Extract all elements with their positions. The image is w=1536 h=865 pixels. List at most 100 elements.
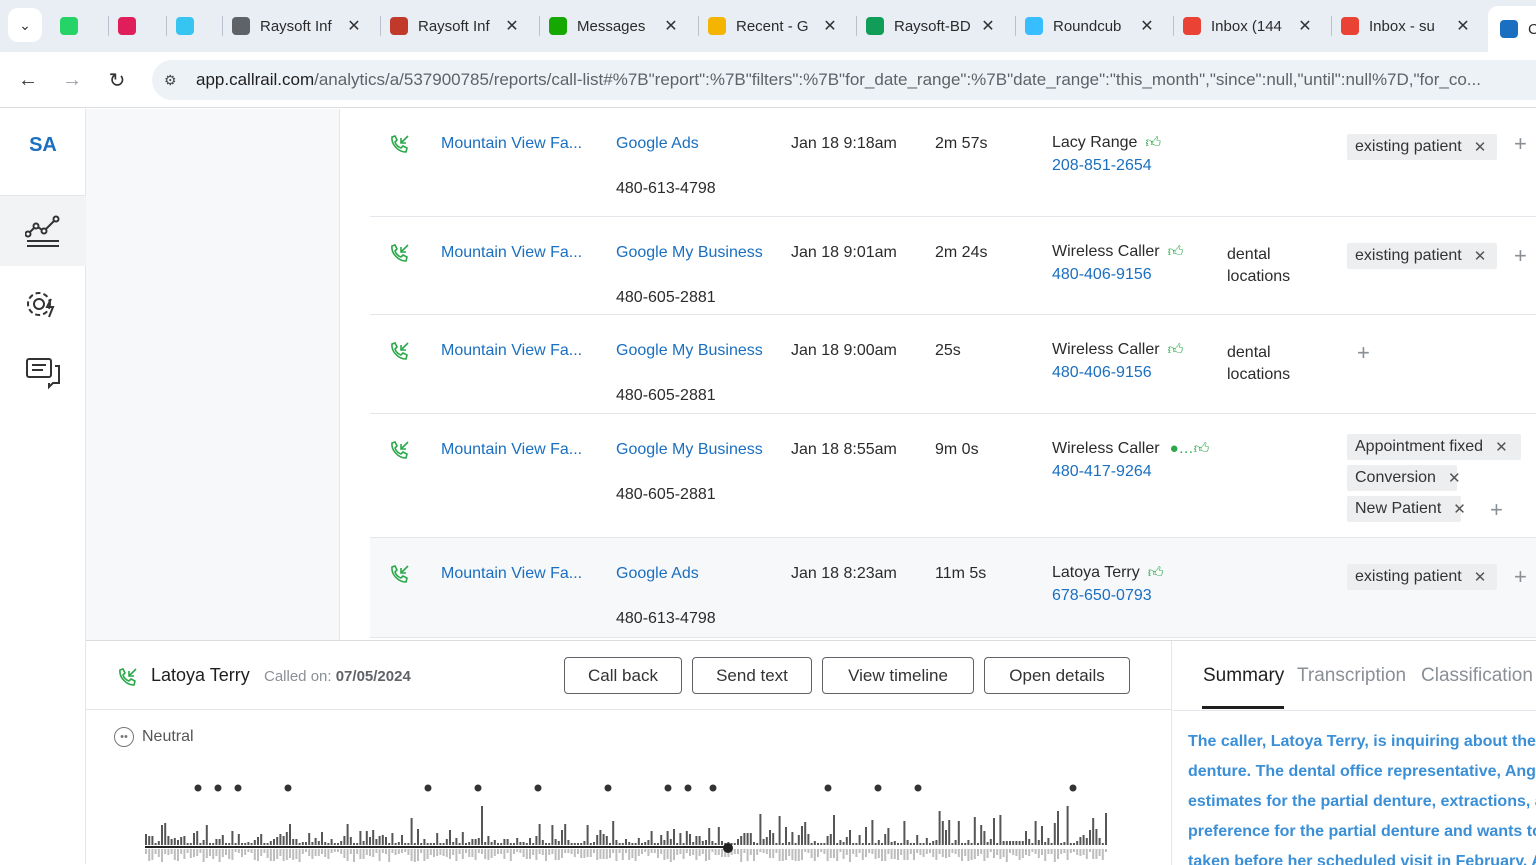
thumbs-up-icon[interactable]: 👍︎: [1168, 243, 1184, 261]
thumbs-up-icon[interactable]: 👍︎: [1148, 564, 1164, 582]
speaker-marker[interactable]: [234, 784, 242, 792]
source-link[interactable]: Google My Business: [616, 441, 763, 459]
speaker-marker[interactable]: [874, 784, 882, 792]
tab-title: Messages: [577, 17, 646, 35]
remove-tag-icon[interactable]: ✕: [1453, 500, 1466, 518]
add-tag-icon[interactable]: +: [1514, 131, 1527, 157]
close-tab-icon[interactable]: ✕: [663, 16, 679, 36]
caller-phone-link[interactable]: 480-417-9264: [1052, 463, 1152, 481]
close-tab-icon[interactable]: ✕: [822, 16, 838, 36]
company-link[interactable]: Mountain View Fa...: [441, 244, 582, 262]
caller-phone-link[interactable]: 208-851-2654: [1052, 157, 1152, 175]
speaker-marker[interactable]: [214, 784, 222, 792]
browser-tab[interactable]: Roundcub ✕: [1025, 8, 1155, 44]
waveform-bar-lower: [753, 849, 755, 861]
waveform-bar-lower: [967, 849, 970, 861]
waveform-bar-lower: [449, 849, 451, 859]
thumbs-up-icon[interactable]: 👍︎: [1194, 440, 1210, 458]
speaker-marker[interactable]: [1069, 784, 1077, 792]
remove-tag-icon[interactable]: ✕: [1495, 438, 1508, 456]
browser-tab[interactable]: Raysoft-BD ✕: [866, 8, 996, 44]
close-tab-icon[interactable]: ✕: [1139, 16, 1155, 36]
caller-phone-link[interactable]: 678-650-0793: [1052, 587, 1152, 605]
source-link[interactable]: Google Ads: [616, 565, 699, 583]
add-tag-icon[interactable]: +: [1357, 340, 1370, 366]
browser-tab[interactable]: Recent - G ✕: [708, 8, 838, 44]
speaker-marker[interactable]: [474, 784, 482, 792]
add-tag-icon[interactable]: +: [1514, 243, 1527, 269]
browser-tab[interactable]: [118, 8, 148, 44]
view-timeline-button[interactable]: View timeline: [822, 657, 974, 694]
speaker-marker[interactable]: [709, 784, 717, 792]
close-tab-icon[interactable]: ✕: [1455, 16, 1471, 36]
waveform-bar-lower: [759, 849, 762, 852]
browser-tab[interactable]: [176, 8, 206, 44]
tab-summary[interactable]: Summary: [1203, 665, 1284, 687]
caller-phone-link[interactable]: 480-406-9156: [1052, 364, 1152, 382]
speaker-marker[interactable]: [684, 784, 692, 792]
browser-tab[interactable]: Raysoft Inf ✕: [390, 8, 520, 44]
back-button[interactable]: ←: [12, 64, 44, 96]
source-link[interactable]: Google My Business: [616, 342, 763, 360]
settings-nav-item[interactable]: [0, 269, 86, 339]
company-link[interactable]: Mountain View Fa...: [441, 135, 582, 153]
company-link[interactable]: Mountain View Fa...: [441, 342, 582, 360]
reload-button[interactable]: ↻: [101, 64, 133, 96]
browser-tab[interactable]: Inbox (144 ✕: [1183, 8, 1313, 44]
audio-waveform[interactable]: [142, 781, 1112, 865]
thumbs-up-icon[interactable]: 👍︎: [1145, 134, 1161, 152]
speaker-marker[interactable]: [824, 784, 832, 792]
browser-tab[interactable]: Messages ✕: [549, 8, 679, 44]
waveform-bar-lower: [164, 849, 167, 854]
browser-tab[interactable]: Inbox - su ✕: [1341, 8, 1471, 44]
account-initials[interactable]: SA: [0, 134, 86, 157]
company-link[interactable]: Mountain View Fa...: [441, 441, 582, 459]
speaker-marker[interactable]: [284, 784, 292, 792]
thumbs-up-icon[interactable]: 👍︎: [1168, 341, 1184, 359]
remove-tag-icon[interactable]: ✕: [1448, 469, 1461, 487]
forward-button[interactable]: →: [56, 64, 88, 96]
inbound-call-icon[interactable]: [388, 564, 410, 586]
caller-phone-link[interactable]: 480-406-9156: [1052, 266, 1152, 284]
speaker-marker[interactable]: [914, 784, 922, 792]
close-tab-icon[interactable]: ✕: [980, 16, 996, 36]
add-tag-icon[interactable]: +: [1490, 497, 1503, 523]
company-link[interactable]: Mountain View Fa...: [441, 565, 582, 583]
browser-tab[interactable]: [60, 8, 90, 44]
waveform-bar: [449, 830, 451, 845]
close-tab-icon[interactable]: ✕: [504, 16, 520, 36]
send-text-button[interactable]: Send text: [692, 657, 812, 694]
analytics-nav-item[interactable]: [0, 196, 86, 266]
source-link[interactable]: Google My Business: [616, 244, 763, 262]
inbound-call-icon[interactable]: [388, 134, 410, 156]
call-back-button[interactable]: Call back: [564, 657, 682, 694]
add-tag-icon[interactable]: +: [1514, 564, 1527, 590]
inbound-call-icon[interactable]: [388, 440, 410, 462]
speaker-marker[interactable]: [534, 784, 542, 792]
close-tab-icon[interactable]: ✕: [1297, 16, 1313, 36]
speaker-marker[interactable]: [194, 784, 202, 792]
remove-tag-icon[interactable]: ✕: [1474, 568, 1487, 586]
waveform-bar: [916, 835, 919, 845]
remove-tag-icon[interactable]: ✕: [1474, 247, 1487, 265]
playhead-handle[interactable]: [723, 843, 733, 853]
address-bar[interactable]: ⚙ app.callrail.com/analytics/a/537900785…: [152, 60, 1536, 100]
source-link[interactable]: Google Ads: [616, 135, 699, 153]
caller-name-text: Wireless Caller: [1052, 341, 1160, 358]
speaker-marker[interactable]: [424, 784, 432, 792]
tab-classification[interactable]: Classification: [1421, 665, 1533, 687]
inbound-call-icon[interactable]: [388, 243, 410, 265]
close-tab-icon[interactable]: ✕: [346, 16, 362, 36]
site-info-icon[interactable]: ⚙: [164, 72, 184, 89]
open-details-button[interactable]: Open details: [984, 657, 1130, 694]
speaker-marker[interactable]: [664, 784, 672, 792]
speaker-marker[interactable]: [604, 784, 612, 792]
tab-search-button[interactable]: ⌄: [8, 8, 42, 42]
messages-nav-item[interactable]: [0, 338, 86, 408]
browser-tab[interactable]: C: [1488, 6, 1536, 52]
tab-transcription[interactable]: Transcription: [1297, 665, 1406, 687]
remove-tag-icon[interactable]: ✕: [1474, 138, 1487, 156]
inbound-call-icon[interactable]: [388, 341, 410, 363]
waveform-bar: [305, 842, 307, 845]
browser-tab[interactable]: Raysoft Inf ✕: [232, 8, 362, 44]
